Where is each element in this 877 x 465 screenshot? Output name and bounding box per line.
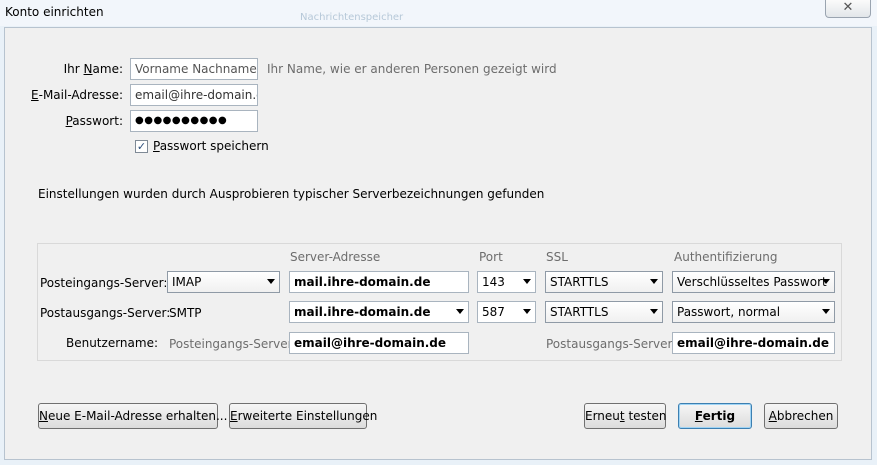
password-input[interactable]: ●●●●●●●●●●	[130, 110, 258, 132]
dialog-content: Ihr Name: Vorname Nachname Ihr Name, wie…	[4, 27, 872, 460]
cancel-button[interactable]: Abbrechen	[764, 403, 838, 429]
outgoing-ssl-select[interactable]: STARTTLS	[545, 301, 663, 323]
header-auth: Authentifizierung	[674, 250, 778, 264]
close-icon: ✕	[842, 0, 854, 15]
password-label: Passwort:	[65, 114, 123, 128]
name-label: Ihr Name:	[63, 62, 123, 76]
outgoing-host-select[interactable]: mail.ihre-domain.de	[289, 301, 469, 323]
close-button[interactable]: ✕	[825, 0, 871, 18]
chevron-down-icon	[650, 309, 658, 314]
status-message: Einstellungen wurden durch Ausprobieren …	[38, 187, 545, 201]
outgoing-protocol: SMTP	[169, 306, 202, 320]
retest-button[interactable]: Erneut testen	[584, 403, 666, 429]
email-label: E-Mail-Adresse:	[31, 88, 123, 102]
name-hint: Ihr Name, wie er anderen Personen gezeig…	[267, 62, 557, 76]
incoming-host-input[interactable]: mail.ihre-domain.de	[289, 271, 469, 293]
username-label: Benutzername:	[65, 336, 158, 350]
advanced-settings-button[interactable]: Erweiterte Einstellungen	[229, 403, 377, 429]
chevron-down-icon	[822, 279, 830, 284]
chevron-down-icon	[650, 279, 658, 284]
save-password-label[interactable]: Passwort speichern	[153, 139, 269, 153]
server-settings-group: Server-Adresse Port SSL Authentifizierun…	[37, 243, 842, 361]
email-input[interactable]: email@ihre-domain.de	[130, 84, 258, 106]
background-window-text: Nachrichtenspeicher	[300, 12, 404, 23]
outgoing-auth-select[interactable]: Passwort, normal	[672, 301, 835, 323]
check-icon: ✓	[136, 140, 147, 153]
incoming-ssl-select[interactable]: STARTTLS	[545, 271, 663, 293]
chevron-down-icon	[523, 279, 531, 284]
save-password-checkbox[interactable]: ✓	[135, 140, 148, 153]
incoming-auth-select[interactable]: Verschlüsseltes Passwort	[672, 271, 835, 293]
chevron-down-icon	[822, 309, 830, 314]
incoming-server-label: Posteingangs-Server:	[40, 276, 168, 290]
incoming-port-select[interactable]: 143	[477, 271, 536, 293]
chevron-down-icon	[267, 279, 275, 284]
title-bar: Konto einrichten Nachrichtenspeicher ✕	[0, 0, 877, 26]
header-server-address: Server-Adresse	[290, 250, 381, 264]
outgoing-username-input[interactable]: email@ihre-domain.de	[672, 332, 835, 354]
outgoing-server-label: Postausgangs-Server:	[40, 306, 171, 320]
account-setup-window: Konto einrichten Nachrichtenspeicher ✕ I…	[0, 0, 877, 465]
done-button[interactable]: Fertig	[678, 403, 752, 429]
incoming-protocol-select[interactable]: IMAP	[167, 271, 280, 293]
outgoing-port-select[interactable]: 587	[477, 301, 536, 323]
header-ssl: SSL	[546, 250, 568, 264]
username-incoming-label: Posteingangs-Server:	[169, 337, 297, 351]
header-port: Port	[479, 250, 503, 264]
window-title: Konto einrichten	[5, 5, 104, 19]
new-email-address-button[interactable]: Neue E-Mail-Adresse erhalten...	[38, 403, 227, 429]
chevron-down-icon	[523, 309, 531, 314]
incoming-username-input[interactable]: email@ihre-domain.de	[289, 332, 469, 354]
name-input[interactable]: Vorname Nachname	[130, 58, 258, 80]
username-outgoing-label: Postausgangs-Server:	[546, 337, 677, 351]
chevron-down-icon	[456, 309, 464, 314]
